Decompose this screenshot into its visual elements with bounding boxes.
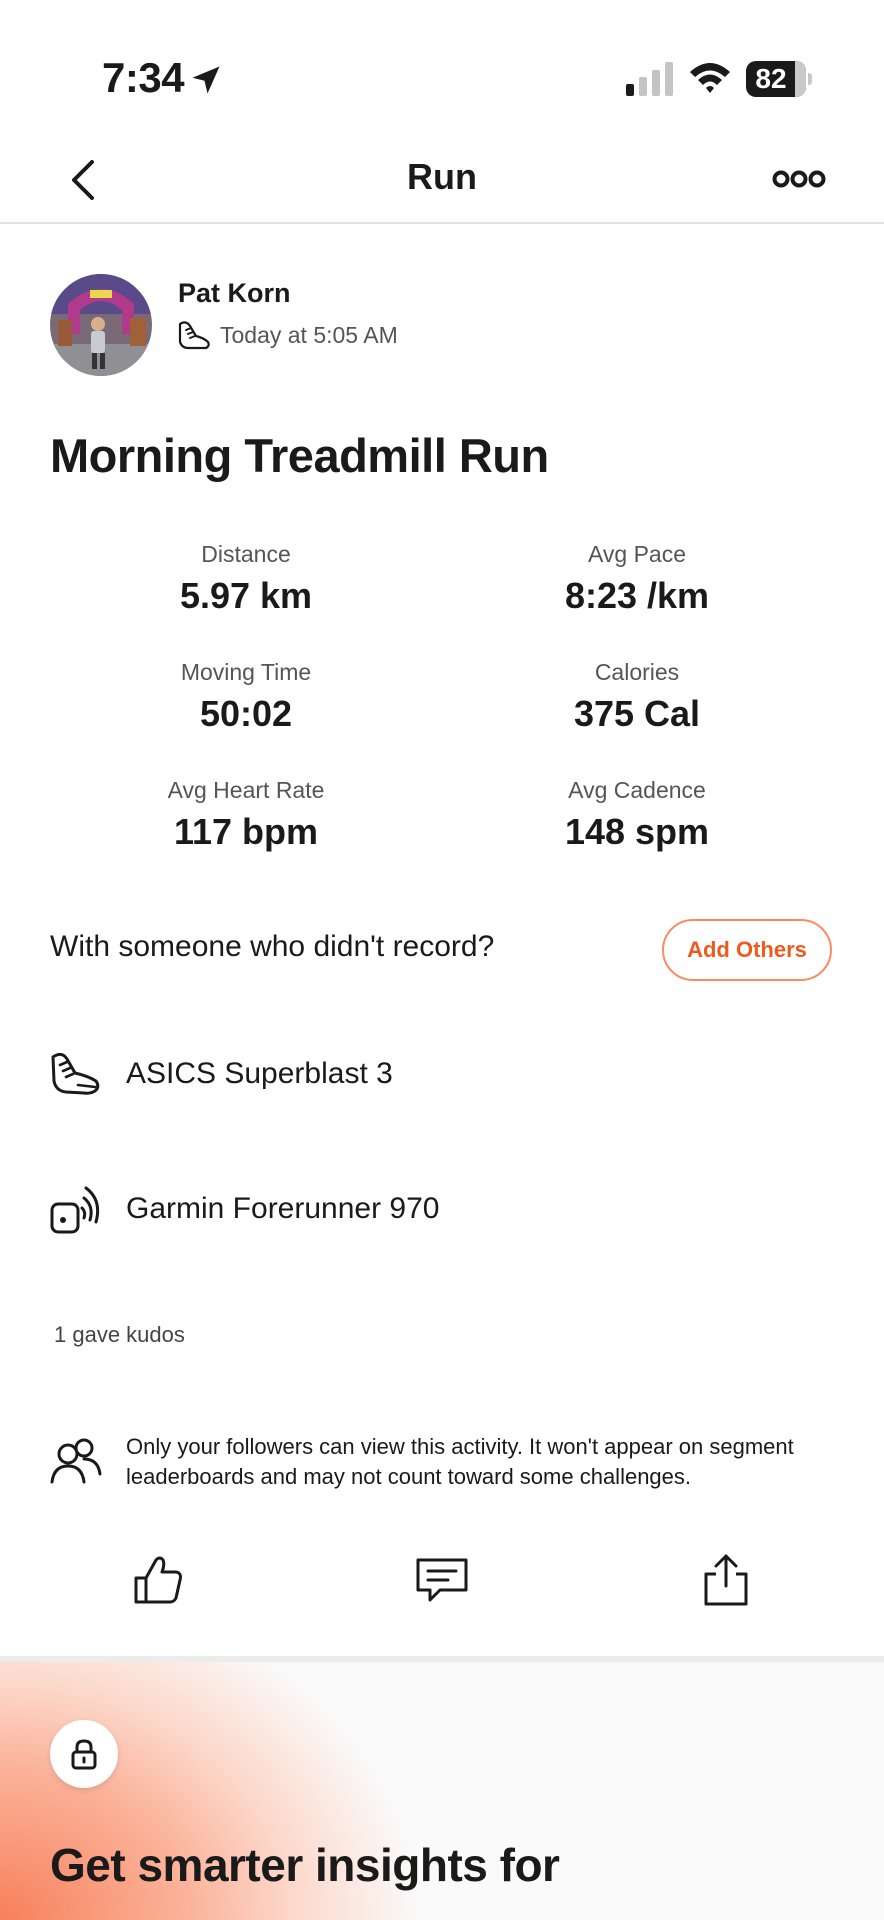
battery-percent: 82 <box>755 63 787 94</box>
device-icon <box>50 1186 100 1234</box>
gear-label: Garmin Forerunner 970 <box>126 1192 440 1225</box>
with-others-prompt: With someone who didn't record? <box>50 930 495 963</box>
status-bar: 7:34 82 <box>0 0 884 140</box>
stat-label: Calories <box>594 659 680 685</box>
stat-label: Avg Cadence <box>568 777 706 803</box>
wifi-icon <box>690 63 730 93</box>
privacy-text: Only your followers can view this activi… <box>126 1434 794 1489</box>
stat-distance: Distance 5.97 km <box>66 539 426 621</box>
kudos-count[interactable]: 1 gave kudos <box>54 1322 185 1348</box>
stat-label: Distance <box>201 541 291 567</box>
run-shoe-icon <box>178 321 210 350</box>
subscription-promo[interactable]: Get smarter insights for <box>0 1662 884 1920</box>
more-options-icon[interactable] <box>772 164 826 194</box>
stat-value: 8:23 /km <box>564 575 710 616</box>
followers-icon <box>50 1438 102 1484</box>
lock-badge <box>50 1720 118 1788</box>
location-arrow-icon <box>192 66 220 94</box>
lock-icon <box>71 1739 97 1770</box>
avatar[interactable] <box>50 274 152 376</box>
cellular-signal-icon <box>626 62 673 96</box>
add-others-button[interactable]: Add Others <box>662 919 832 981</box>
stat-value: 50:02 <box>199 693 293 734</box>
stat-avg-heart-rate: Avg Heart Rate 117 bpm <box>66 775 426 857</box>
comment-icon[interactable] <box>414 1552 470 1608</box>
stat-calories: Calories 375 Cal <box>457 657 817 739</box>
stat-avg-cadence: Avg Cadence 148 spm <box>457 775 817 857</box>
nav-bar: Run <box>0 140 884 224</box>
gear-label: ASICS Superblast 3 <box>126 1057 393 1090</box>
status-time: 7:34 <box>102 54 185 101</box>
stat-value: 375 Cal <box>573 693 701 734</box>
stat-label: Avg Heart Rate <box>167 777 325 803</box>
stat-label: Avg Pace <box>587 541 687 567</box>
athlete-name[interactable]: Pat Korn <box>178 278 291 309</box>
activity-title: Morning Treadmill Run <box>50 429 549 482</box>
battery-indicator: 82 <box>746 61 812 97</box>
kudos-icon[interactable] <box>130 1552 186 1608</box>
share-icon[interactable] <box>698 1552 754 1608</box>
shoe-icon <box>51 1052 100 1095</box>
stat-value: 148 spm <box>564 811 710 852</box>
stat-moving-time: Moving Time 50:02 <box>66 657 426 739</box>
gear-row-shoe[interactable]: ASICS Superblast 3 <box>50 1045 830 1105</box>
stat-value: 117 bpm <box>173 811 319 852</box>
activity-timestamp: Today at 5:05 AM <box>220 322 398 348</box>
promo-title: Get smarter insights for <box>50 1839 560 1891</box>
stat-label: Moving Time <box>180 659 312 685</box>
page-title: Run <box>407 156 477 197</box>
privacy-notice: Only your followers can view this activi… <box>50 1432 840 1500</box>
gear-row-device[interactable]: Garmin Forerunner 970 <box>50 1180 830 1240</box>
stat-value: 5.97 km <box>179 575 313 616</box>
stat-avg-pace: Avg Pace 8:23 /km <box>457 539 817 621</box>
